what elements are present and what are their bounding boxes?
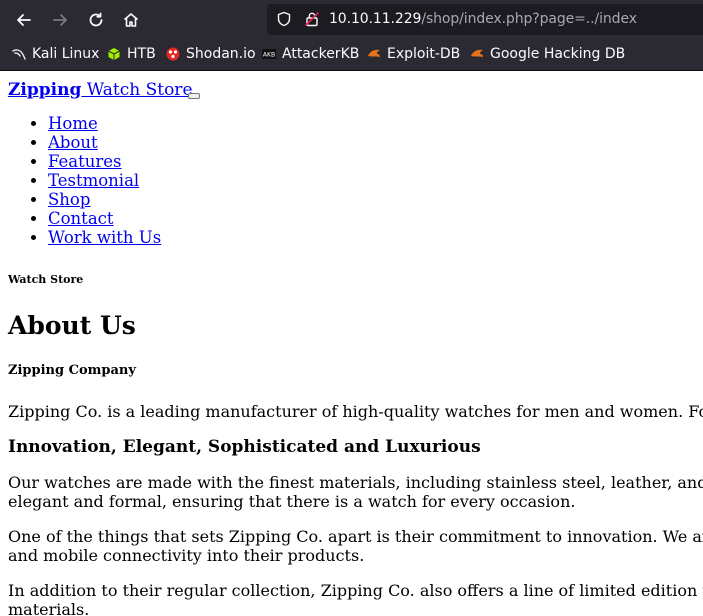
brand-suffix: Watch Store bbox=[81, 80, 193, 100]
nav-list: Home About Features Testmonial Shop Cont… bbox=[0, 114, 161, 247]
navbar-toggle-button[interactable] bbox=[188, 93, 200, 99]
brand-link[interactable]: Zipping Watch Store bbox=[8, 80, 193, 100]
page-content: Zipping Watch Store Home About Features … bbox=[0, 71, 703, 616]
bookmark-exploit-db[interactable]: Exploit-DB bbox=[367, 45, 460, 63]
exploit-db-icon bbox=[368, 49, 380, 57]
bookmark-htb[interactable]: HTB bbox=[107, 45, 156, 63]
reload-icon bbox=[89, 12, 103, 27]
browser-toolbar: 10.10.11.229/shop/index.php?page=../inde… bbox=[0, 0, 703, 39]
section-kicker: Watch Store bbox=[8, 273, 84, 286]
bookmark-label: Exploit-DB bbox=[387, 46, 461, 62]
nav-item-features: Features bbox=[48, 152, 161, 171]
nav-link-testimonial[interactable]: Testmonial bbox=[48, 171, 139, 190]
nav-link-contact[interactable]: Contact bbox=[48, 209, 114, 228]
url-text[interactable]: 10.10.11.229/shop/index.php?page=../inde… bbox=[329, 10, 637, 28]
arrow-left-icon bbox=[17, 14, 31, 26]
url-path: /shop/index.php?page=../index bbox=[421, 11, 637, 27]
materials-paragraph-line1: Our watches are made with the finest mat… bbox=[8, 473, 703, 492]
insecure-lock-icon[interactable] bbox=[304, 11, 320, 27]
innovation-paragraph-line1: One of the things that sets Zipping Co. … bbox=[8, 527, 703, 546]
url-bar[interactable]: 10.10.11.229/shop/index.php?page=../inde… bbox=[267, 4, 703, 35]
materials-paragraph-line2: elegant and formal, ensuring that there … bbox=[8, 492, 576, 511]
ghdb-icon bbox=[471, 49, 483, 57]
page-title: About Us bbox=[8, 311, 136, 340]
shield-icon[interactable] bbox=[276, 11, 292, 27]
bookmark-label: HTB bbox=[127, 46, 156, 62]
limited-edition-paragraph-line1: In addition to their regular collection,… bbox=[8, 581, 703, 600]
nav-item-shop: Shop bbox=[48, 190, 161, 209]
back-button[interactable] bbox=[12, 8, 36, 32]
reload-button[interactable] bbox=[84, 8, 108, 32]
home-button[interactable] bbox=[119, 8, 143, 32]
url-host: 10.10.11.229 bbox=[329, 11, 422, 27]
brand-name: Zipping bbox=[8, 80, 82, 100]
svg-text:AKB: AKB bbox=[263, 52, 275, 59]
attackerkb-icon: AKB bbox=[262, 49, 276, 59]
htb-cube-icon bbox=[108, 48, 120, 60]
company-heading: Zipping Company bbox=[8, 363, 136, 378]
nav-link-features[interactable]: Features bbox=[48, 152, 122, 171]
shodan-icon bbox=[166, 47, 180, 61]
intro-paragraph: Zipping Co. is a leading manufacturer of… bbox=[8, 402, 703, 421]
bookmark-label: Kali Linux bbox=[32, 46, 100, 62]
home-icon bbox=[123, 13, 139, 27]
bookmark-kali-linux[interactable]: Kali Linux bbox=[12, 45, 99, 63]
nav-item-home: Home bbox=[48, 114, 161, 133]
bookmark-label: Google Hacking DB bbox=[490, 46, 626, 62]
nav-link-shop[interactable]: Shop bbox=[48, 190, 90, 209]
bookmark-shodan[interactable]: Shodan.io bbox=[166, 45, 256, 63]
section-subtitle: Innovation, Elegant, Sophisticated and L… bbox=[8, 437, 481, 457]
kali-dragon-icon bbox=[12, 49, 26, 60]
arrow-right-icon bbox=[53, 14, 67, 26]
limited-edition-paragraph-line2: materials. bbox=[8, 600, 90, 616]
nav-item-contact: Contact bbox=[48, 209, 161, 228]
bookmark-attackerkb[interactable]: AKB AttackerKB bbox=[262, 45, 359, 63]
forward-button[interactable] bbox=[48, 8, 72, 32]
bookmark-google-hacking-db[interactable]: Google Hacking DB bbox=[470, 45, 625, 63]
bookmark-label: AttackerKB bbox=[282, 46, 360, 62]
innovation-paragraph-line2: and mobile connectivity into their produ… bbox=[8, 546, 365, 565]
nav-link-home[interactable]: Home bbox=[48, 114, 98, 133]
nav-item-work-with-us: Work with Us bbox=[48, 228, 161, 247]
nav-item-about: About bbox=[48, 133, 161, 152]
nav-link-about[interactable]: About bbox=[48, 133, 98, 152]
nav-link-work-with-us[interactable]: Work with Us bbox=[48, 228, 161, 247]
bookmarks-bar: Kali Linux HTB Shodan.io AKB AttackerKB … bbox=[0, 39, 703, 71]
bookmark-label: Shodan.io bbox=[186, 46, 256, 62]
nav-item-testimonial: Testmonial bbox=[48, 171, 161, 190]
